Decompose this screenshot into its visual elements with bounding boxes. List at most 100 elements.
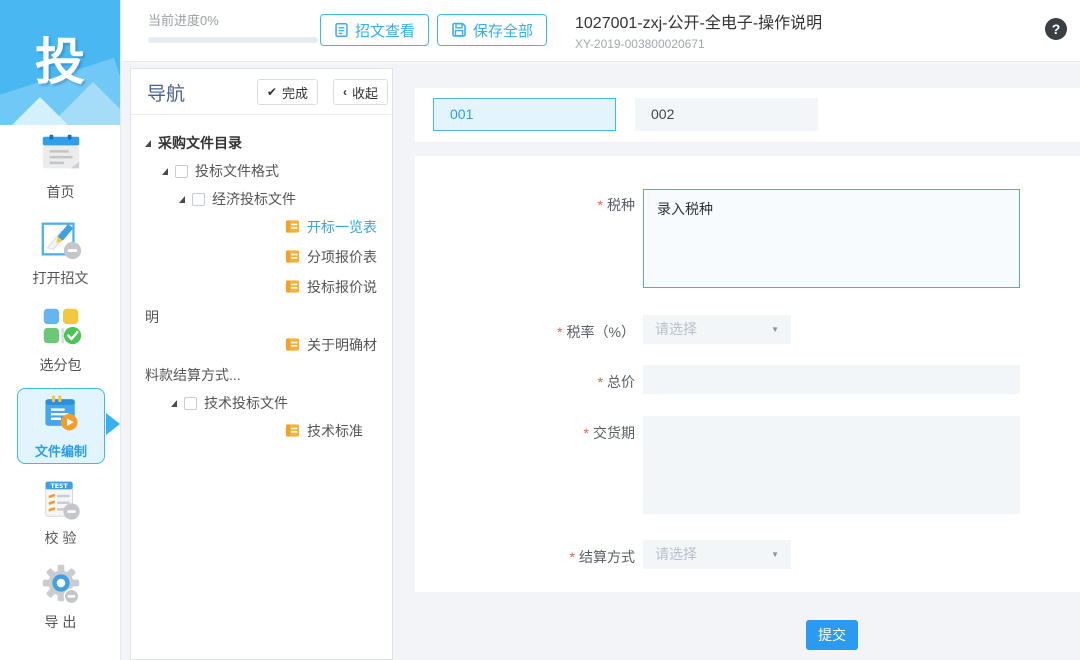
tree-node-bid-opening-list[interactable]: 开标一览表 (145, 213, 378, 243)
document-leaf-icon (215, 215, 300, 243)
document-leaf-icon (215, 245, 300, 273)
sidebar-item-label: 打开招文 (33, 270, 89, 286)
done-button[interactable]: ✔ 完成 (257, 79, 318, 105)
tree-node-label: 经济投标文件 (212, 191, 296, 207)
tax-rate-label: *税率（%） (415, 322, 635, 342)
tree-node-material-settlement[interactable]: 关于明确材料款结算方式... (145, 331, 378, 389)
tree-node-label: 采购文件目录 (158, 135, 242, 151)
submit-button[interactable]: 提交 (806, 620, 858, 650)
tree-checkbox[interactable] (184, 397, 197, 410)
tree-node-label: 技术投标文件 (204, 395, 288, 411)
packages-icon (38, 303, 84, 349)
check-icon: ✔ (267, 85, 277, 99)
app-logo: 投 (0, 0, 120, 125)
total-price-label: *总价 (415, 372, 635, 392)
total-price-input[interactable] (643, 365, 1020, 394)
collapse-label: 收起 (352, 83, 378, 102)
sidebar-item-label: 选分包 (40, 357, 82, 373)
sidebar-item-label: 首页 (47, 184, 75, 200)
document-title: 1027001-zxj-公开-全电子-操作说明 (575, 9, 822, 33)
tax-rate-select[interactable]: ▼ 请选择 (643, 315, 791, 344)
required-mark: * (598, 374, 603, 390)
settlement-method-select[interactable]: ▼ 请选择 (643, 540, 791, 569)
required-mark: * (570, 549, 575, 565)
document-leaf-icon (215, 275, 300, 303)
top-toolbar: 当前进度0% 招文查看 保存全部 1027001-zxj-公开-全电子-操作说明… (122, 0, 1080, 62)
expand-arrow-icon (171, 400, 177, 407)
save-all-label: 保存全部 (473, 20, 533, 41)
save-all-button[interactable]: 保存全部 (437, 14, 547, 46)
settlement-method-placeholder: 请选择 (655, 546, 697, 562)
navigation-panel: 导航 ✔ 完成 ‹ 收起 采购文件目录 投标文件格式 经济投标文件 开标一览表 … (130, 68, 393, 660)
tax-type-label: *税种 (415, 195, 635, 215)
tree-node-label: 分项报价表 (307, 249, 377, 265)
tab-002[interactable]: 002 (635, 98, 818, 131)
expand-arrow-icon (145, 140, 151, 147)
tree-node-technical-docs[interactable]: 技术投标文件 (145, 389, 378, 417)
open-doc-icon (38, 216, 84, 262)
svg-text:TEST: TEST (50, 483, 68, 490)
tab-001[interactable]: 001 (433, 98, 616, 131)
bid-opening-form: *税种 录入税种 *税率（%） ▼ 请选择 *总价 *交货期 *结算方式 ▼ 请选择 (415, 156, 1080, 592)
tree-checkbox[interactable] (175, 165, 188, 178)
tax-rate-placeholder: 请选择 (655, 321, 697, 337)
tree-node-root[interactable]: 采购文件目录 (145, 129, 378, 157)
delivery-period-label: *交货期 (415, 423, 635, 443)
export-icon (38, 560, 84, 606)
active-item-arrow-icon (106, 413, 120, 435)
tree-node-label: 投标文件格式 (195, 163, 279, 179)
progress-label: 当前进度0% (148, 10, 318, 29)
document-tree: 采购文件目录 投标文件格式 经济投标文件 开标一览表 分项报价表 投标报价说明 … (131, 115, 392, 447)
sidebar-item-select-package[interactable]: 选分包 (0, 303, 121, 375)
progress-indicator: 当前进度0% (148, 10, 318, 43)
app-sidebar: 投 首页 (0, 0, 121, 660)
tree-node-bid-format[interactable]: 投标文件格式 (145, 157, 378, 185)
view-tender-label: 招文查看 (355, 20, 415, 41)
logo-triangle-decor (2, 97, 78, 125)
tree-checkbox[interactable] (192, 193, 205, 206)
home-icon (38, 130, 84, 176)
tree-node-technical-standard[interactable]: 技术标准 (145, 417, 378, 447)
expand-arrow-icon (179, 196, 185, 203)
document-title-block: 1027001-zxj-公开-全电子-操作说明 XY-2019-00380002… (575, 9, 822, 51)
navigation-header: 导航 ✔ 完成 ‹ 收起 (131, 69, 392, 115)
tree-node-label: 开标一览表 (307, 219, 377, 235)
tax-type-textarea[interactable]: 录入税种 (643, 189, 1020, 288)
tree-node-quote-notes[interactable]: 投标报价说明 (145, 273, 378, 331)
collapse-button[interactable]: ‹ 收起 (333, 79, 388, 105)
required-mark: * (584, 425, 589, 441)
package-tabs-strip: 001 002 (415, 88, 1080, 142)
sidebar-item-open-tender[interactable]: 打开招文 (0, 216, 121, 288)
sidebar-item-export[interactable]: 导 出 (0, 560, 121, 632)
delivery-period-textarea[interactable] (643, 416, 1020, 514)
help-icon[interactable]: ? (1045, 18, 1067, 40)
tree-node-label: 技术标准 (307, 423, 363, 439)
compile-icon (39, 391, 83, 435)
chevron-left-icon: ‹ (343, 85, 347, 99)
tree-node-economic-docs[interactable]: 经济投标文件 (145, 185, 378, 213)
save-icon (451, 22, 467, 38)
logo-glyph: 投 (0, 22, 120, 94)
sidebar-item-label: 校 验 (45, 530, 77, 546)
document-icon (334, 22, 349, 38)
view-tender-button[interactable]: 招文查看 (320, 14, 429, 46)
sidebar-item-label: 导 出 (45, 614, 77, 630)
document-leaf-icon (215, 419, 300, 447)
document-leaf-icon (215, 333, 300, 361)
expand-arrow-icon (162, 168, 168, 175)
settlement-method-label: *结算方式 (415, 547, 635, 567)
sidebar-item-label: 文件编制 (35, 444, 87, 459)
chevron-down-icon: ▼ (771, 540, 779, 569)
document-code: XY-2019-003800020671 (575, 37, 822, 51)
required-mark: * (557, 324, 562, 340)
required-mark: * (598, 197, 603, 213)
chevron-down-icon: ▼ (771, 315, 779, 344)
verify-icon: TEST (38, 476, 84, 522)
done-label: 完成 (282, 83, 308, 102)
navigation-title: 导航 (147, 79, 185, 106)
progress-track (148, 37, 318, 43)
sidebar-item-compile[interactable]: 文件编制 (17, 388, 105, 464)
sidebar-item-home[interactable]: 首页 (0, 130, 121, 202)
tree-node-itemized-quote[interactable]: 分项报价表 (145, 243, 378, 273)
sidebar-item-verify[interactable]: TEST 校 验 (0, 476, 121, 548)
